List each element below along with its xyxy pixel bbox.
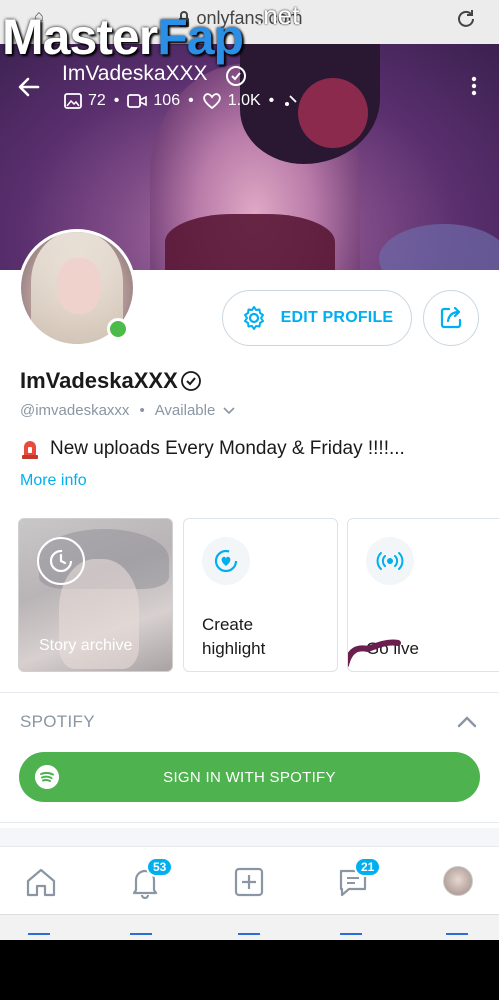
messages-nav[interactable]: 21 <box>336 857 382 899</box>
profile-bio: New uploads Every Monday & Friday !!!!..… <box>20 438 405 460</box>
live-icon-circle <box>366 537 414 585</box>
content-separator <box>0 828 499 846</box>
profile-avatar-nav[interactable] <box>443 866 473 896</box>
browser-toolbar <box>0 914 499 940</box>
stat-separator: • <box>113 92 120 109</box>
screen: ⌂ onlyfans.com MasterFap .net ImVadeskaX… <box>0 0 499 940</box>
gear-icon <box>243 306 264 330</box>
heart-circle-icon <box>214 549 238 573</box>
home-icon[interactable] <box>24 865 58 899</box>
notifications-badge: 53 <box>146 857 174 877</box>
browser-bookmarks-icon[interactable] <box>340 933 362 940</box>
spotify-button-label: SIGN IN WITH SPOTIFY <box>163 768 336 786</box>
broadcast-icon <box>376 552 404 570</box>
more-options-icon[interactable] <box>471 76 477 96</box>
bottom-navigation: 53 21 <box>0 846 499 914</box>
create-highlight-card[interactable]: Create highlight <box>183 518 338 672</box>
avatar-face <box>57 258 101 314</box>
browser-back-icon[interactable] <box>28 933 50 940</box>
stat-likes: 1.0K <box>202 92 261 110</box>
handle-separator: • <box>139 402 145 419</box>
image-icon <box>64 93 82 109</box>
back-arrow-icon[interactable] <box>16 74 42 100</box>
chevron-up-icon[interactable] <box>457 714 477 728</box>
watermark-logo: MasterFap <box>2 9 244 65</box>
more-info-link[interactable]: More info <box>20 472 87 490</box>
browser-forward-icon[interactable] <box>130 933 152 940</box>
create-highlight-line2: highlight <box>202 639 266 658</box>
verified-icon <box>226 66 246 86</box>
stat-separator: • <box>188 92 194 109</box>
spotify-icon <box>35 765 59 789</box>
availability-status[interactable]: Available <box>155 402 216 419</box>
section-divider <box>0 692 499 693</box>
handle-row: @imvadeskaxxx • Available <box>20 402 235 419</box>
censor-scrawl <box>348 639 401 668</box>
heart-icon <box>202 93 221 110</box>
share-icon <box>440 306 462 329</box>
streams-icon <box>285 95 297 106</box>
siren-icon <box>22 441 38 459</box>
edit-profile-label: EDIT PROFILE <box>280 309 394 326</box>
stat-likes-value: 1.0K <box>227 92 261 109</box>
notifications-nav[interactable]: 53 <box>128 857 174 900</box>
watermark-suffix: .net <box>256 0 300 30</box>
spotify-section-title: SPOTIFY <box>20 712 95 731</box>
bio-text: New uploads Every Monday & Friday !!!!..… <box>50 438 405 459</box>
verified-icon <box>181 371 201 391</box>
stat-videos: 106 <box>127 92 180 110</box>
watermark-part2: Fap <box>157 9 244 65</box>
highlight-icon-circle <box>202 537 250 585</box>
edit-profile-button[interactable]: EDIT PROFILE <box>222 290 412 346</box>
create-highlight-label: Create highlight <box>202 613 265 661</box>
stat-videos-value: 106 <box>153 92 181 109</box>
profile-handle: @imvadeskaxxx <box>20 402 130 419</box>
share-button[interactable] <box>423 290 479 346</box>
online-indicator <box>107 318 129 340</box>
story-archive-icon-ring <box>37 537 85 585</box>
stat-images-value: 72 <box>88 92 106 109</box>
cover-stats: 72 • 106 • 1.0K • <box>64 92 298 110</box>
go-live-card[interactable]: Go live <box>347 518 499 672</box>
story-archive-label: Story archive <box>39 637 133 654</box>
section-divider <box>0 822 499 823</box>
clock-icon <box>49 549 73 573</box>
sign-in-spotify-button[interactable]: SIGN IN WITH SPOTIFY <box>19 752 480 802</box>
browser-tabs-icon[interactable] <box>446 933 468 940</box>
add-post-icon[interactable] <box>232 865 266 899</box>
chevron-down-icon[interactable] <box>223 406 235 415</box>
messages-badge: 21 <box>354 857 382 877</box>
cover-title: ImVadeskaXXX <box>62 62 208 85</box>
watermark-part1: Master <box>2 9 158 65</box>
profile-name: ImVadeskaXXX <box>20 368 178 393</box>
stat-images: 72 <box>64 92 106 110</box>
stat-separator: • <box>268 92 275 109</box>
reload-icon[interactable] <box>455 8 477 30</box>
video-icon <box>127 94 148 108</box>
story-archive-card[interactable]: Story archive <box>18 518 173 672</box>
create-highlight-line1: Create <box>202 615 254 634</box>
browser-share-icon[interactable] <box>238 933 260 940</box>
